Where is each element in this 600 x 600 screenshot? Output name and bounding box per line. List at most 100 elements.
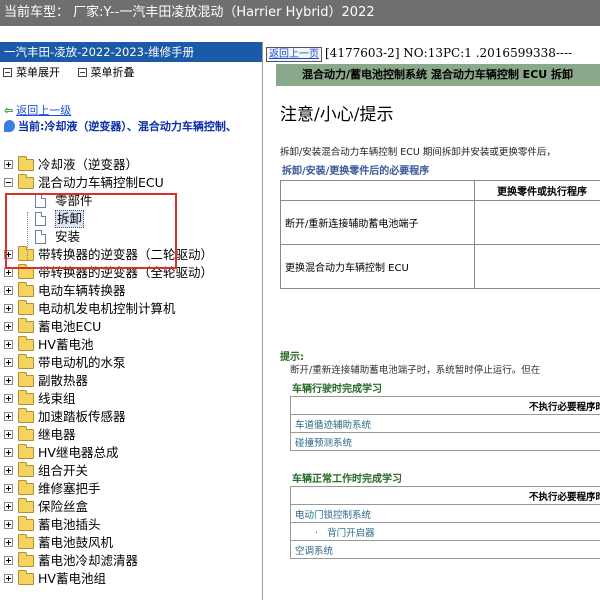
current-path-text: 当前:冷却液（逆变器）、混合动力车辆控制、	[18, 120, 237, 133]
folder-icon	[18, 372, 34, 387]
tree-item-label: 蓄电池插头	[38, 517, 101, 532]
collapse-icon	[77, 68, 87, 77]
folder-icon	[18, 516, 34, 531]
folder-icon	[18, 300, 34, 315]
tree-item-label: 线束组	[38, 391, 76, 406]
expand-toggle-icon[interactable]	[4, 286, 13, 295]
table-cell: · 背门开启器	[290, 522, 600, 541]
folder-icon	[18, 354, 34, 369]
table-cell: 电动门锁控制系统	[290, 504, 600, 523]
folder-icon	[18, 426, 34, 441]
content-panel: 返回上一页 [4177603-2] NO:13PC:1 .2016599338--…	[264, 42, 600, 600]
section-band: 混合动力/蓄电池控制系统 混合动力车辆控制 ECU 拆卸	[276, 64, 600, 86]
expand-toggle-icon[interactable]	[4, 556, 13, 565]
title-bar-model: 厂家:Y--一汽丰田凌放混动（Harrier Hybrid）2022	[73, 5, 375, 20]
expand-toggle-icon[interactable]	[4, 412, 13, 421]
folder-icon	[18, 156, 34, 171]
table-row: 更换混合动力车辆控制 ECU	[279, 244, 600, 289]
title-bar-label: 当前车型：	[4, 5, 70, 20]
tree-item-label: 带电动机的水泵	[38, 355, 126, 370]
document-id: [4177603-2] NO:13PC:1 .2016599338----	[325, 46, 573, 60]
expand-toggle-icon[interactable]	[4, 376, 13, 385]
expand-toggle-icon[interactable]	[4, 160, 13, 169]
expand-toggle-icon[interactable]	[4, 358, 13, 367]
back-page-button[interactable]: 返回上一页	[266, 47, 322, 62]
tree-item-label: 继电器	[38, 427, 76, 442]
collapse-toggle-icon[interactable]	[4, 178, 13, 187]
expand-toggle-icon[interactable]	[4, 394, 13, 403]
expand-toggle-icon[interactable]	[4, 268, 13, 277]
table-row: 空调系统	[290, 540, 600, 559]
expand-all-label: 菜单展开	[16, 66, 60, 79]
tree-item-label: 组合开关	[38, 463, 89, 478]
highlight-box	[5, 193, 177, 269]
table-row: 碰撞预测系统	[290, 432, 600, 451]
folder-icon	[18, 462, 34, 477]
table-row: 断开/重新连接辅助蓄电池端子	[279, 200, 600, 245]
procedure-table: 更换零件或执行程序 断开/重新连接辅助蓄电池端子 更换混合动力车辆控制 ECU	[279, 180, 600, 289]
folder-icon	[18, 552, 34, 567]
expand-toggle-icon[interactable]	[4, 430, 13, 439]
tree-item-label: 混合动力车辆控制ECU	[38, 175, 164, 190]
expand-toggle-icon[interactable]	[4, 520, 13, 529]
expand-toggle-icon[interactable]	[4, 502, 13, 511]
table-cell: 碰撞预测系统	[290, 432, 600, 451]
document-body: 注意/小心/提示 拆卸/安装混合动力车辆控制 ECU 期间拆卸并安装或更换零件后…	[276, 86, 600, 600]
tree-item-label: 蓄电池冷却滤清器	[38, 553, 139, 568]
table-cell: 断开/重新连接辅助蓄电池端子	[279, 200, 476, 245]
folder-icon	[18, 570, 34, 585]
expand-toggle-icon[interactable]	[4, 304, 13, 313]
document-header: 返回上一页 [4177603-2] NO:13PC:1 .2016599338--…	[264, 42, 600, 64]
procedure-subheading: 拆卸/安装/更换零件后的必要程序	[282, 166, 430, 177]
folder-icon	[18, 336, 34, 351]
tree-item-label: 保险丝盒	[38, 499, 89, 514]
learning-table-header: 不执行必要程序时	[290, 486, 600, 505]
tree-item-label: 电动机发电机控制计算机	[38, 301, 176, 316]
folder-icon	[18, 318, 34, 333]
learning-heading-driving: 车辆行驶时完成学习	[292, 384, 382, 395]
tree-item-label: 冷却液（逆变器）	[38, 157, 139, 172]
table-cell: 车道循迹辅助系统	[290, 414, 600, 433]
tree-controls: 菜单展开 菜单折叠	[0, 62, 262, 84]
expand-toggle-icon[interactable]	[4, 484, 13, 493]
tree-item-label: HV继电器总成	[38, 445, 119, 460]
tip-text: 断开/重新连接辅助蓄电池端子时，系统暂时停止运行。但在	[290, 365, 541, 376]
expand-toggle-icon[interactable]	[4, 538, 13, 547]
folder-icon	[18, 444, 34, 459]
tree-item-label: 加速踏板传感器	[38, 409, 126, 424]
expand-toggle-icon[interactable]	[4, 322, 13, 331]
tree-item-label: 蓄电池ECU	[38, 319, 102, 334]
navigation-panel: 一汽丰田-凌放-2022-2023-维修手册 菜单展开 菜单折叠 ⇦ 返回上一级 …	[0, 42, 263, 600]
back-arrow-icon: ⇦	[4, 104, 14, 117]
expand-all-button[interactable]: 菜单展开	[3, 62, 60, 84]
learning-heading-normal: 车辆正常工作时完成学习	[292, 474, 402, 485]
tree-item-label: HV蓄电池组	[38, 571, 106, 586]
folder-icon	[18, 408, 34, 423]
tree-item-label: 电动车辆转换器	[38, 283, 126, 298]
table-row: · 背门开启器	[290, 522, 600, 541]
folder-icon	[18, 174, 34, 189]
tree-item-label: 副散热器	[38, 373, 89, 388]
folder-icon	[18, 282, 34, 297]
expand-icon	[3, 68, 12, 77]
tree-item-label: 蓄电池鼓风机	[38, 535, 114, 550]
table-row: 车道循迹辅助系统	[290, 414, 600, 433]
table-cell-text: 背门开启器	[327, 527, 375, 539]
manual-header: 一汽丰田-凌放-2022-2023-维修手册	[0, 42, 262, 62]
tree-item-label: 维修塞把手	[38, 481, 101, 496]
expand-toggle-icon[interactable]	[4, 340, 13, 349]
expand-toggle-icon[interactable]	[4, 466, 13, 475]
learning-table-normal: 不执行必要程序时 电动门锁控制系统 · 背门开启器 空调系统	[290, 486, 600, 559]
folder-icon	[18, 498, 34, 513]
intro-text: 拆卸/安装混合动力车辆控制 ECU 期间拆卸并安装或更换零件后，	[280, 147, 556, 158]
table-header: 更换零件或执行程序	[474, 180, 600, 201]
expand-toggle-icon[interactable]	[4, 448, 13, 457]
back-link[interactable]: ⇦ 返回上一级	[0, 102, 262, 118]
collapse-all-button[interactable]: 菜单折叠	[77, 62, 135, 84]
folder-icon	[18, 480, 34, 495]
learning-table-driving: 不执行必要程序时 车道循迹辅助系统 碰撞预测系统	[290, 396, 600, 451]
folder-icon	[18, 534, 34, 549]
expand-toggle-icon[interactable]	[4, 574, 13, 583]
location-pin-icon	[4, 120, 15, 132]
table-cell: 更换混合动力车辆控制 ECU	[279, 244, 476, 289]
